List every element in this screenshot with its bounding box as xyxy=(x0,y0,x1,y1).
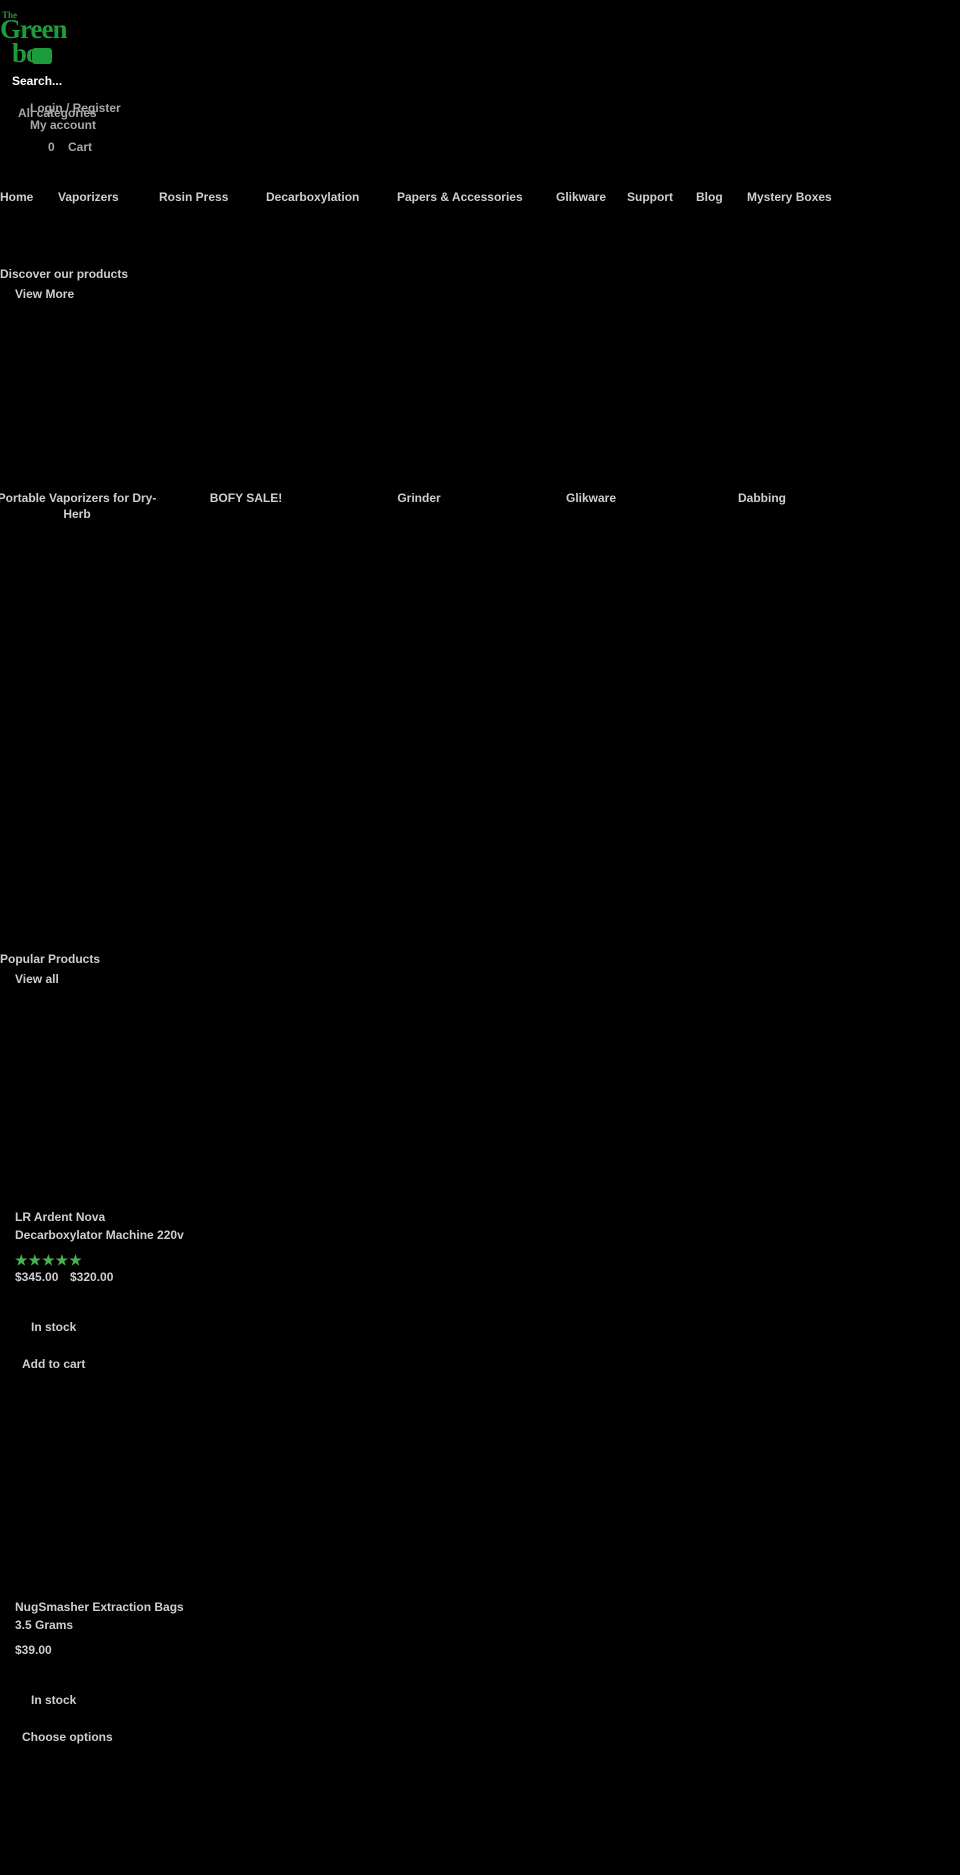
view-all-link[interactable]: View all xyxy=(15,972,59,986)
cart-count-badge: 0 xyxy=(48,140,55,154)
my-account-link[interactable]: My account xyxy=(30,118,96,132)
nav-support[interactable]: Support xyxy=(627,190,673,204)
stock-status: In stock xyxy=(31,1320,77,1334)
nav-papers-accessories[interactable]: Papers & Accessories xyxy=(397,190,523,204)
category-glikware[interactable]: Glikware xyxy=(511,490,671,506)
product-price: $39.00 xyxy=(15,1643,52,1657)
view-more-link[interactable]: View More xyxy=(15,287,74,301)
category-dabbing[interactable]: Dabbing xyxy=(682,490,842,506)
category-grinder[interactable]: Grinder xyxy=(339,490,499,506)
nav-home[interactable]: Home xyxy=(0,190,33,204)
category-portable-vaporizers[interactable]: Portable Vaporizers for Dry-Herb xyxy=(0,490,157,522)
product-title[interactable]: LR Ardent Nova Decarboxylator Machine 22… xyxy=(15,1208,195,1244)
search-input[interactable]: Search... xyxy=(12,74,62,88)
category-bofy-sale[interactable]: BOFY SALE! xyxy=(166,490,326,506)
popular-products-title: Popular Products xyxy=(0,952,101,966)
rating-stars-icon: ★★★★★ xyxy=(15,1252,83,1268)
choose-options-button[interactable]: Choose options xyxy=(22,1730,113,1744)
add-to-cart-button[interactable]: Add to cart xyxy=(22,1357,85,1371)
product-price-old: $345.00 xyxy=(15,1270,59,1284)
discover-title: Discover our products xyxy=(0,267,129,281)
logo-box-icon xyxy=(32,48,52,64)
nav-vaporizers[interactable]: Vaporizers xyxy=(58,190,119,204)
nav-decarboxylation[interactable]: Decarboxylation xyxy=(266,190,359,204)
product-title[interactable]: NugSmasher Extraction Bags 3.5 Grams xyxy=(15,1598,195,1634)
stock-status: In stock xyxy=(31,1693,77,1707)
nav-rosin-press[interactable]: Rosin Press xyxy=(159,190,228,204)
nav-glikware[interactable]: Glikware xyxy=(556,190,606,204)
logo[interactable]: The Green box xyxy=(0,10,82,68)
nav-blog[interactable]: Blog xyxy=(696,190,723,204)
cart-link[interactable]: Cart xyxy=(68,140,92,154)
product-price: $320.00 xyxy=(70,1270,114,1284)
nav-mystery-boxes[interactable]: Mystery Boxes xyxy=(747,190,832,204)
